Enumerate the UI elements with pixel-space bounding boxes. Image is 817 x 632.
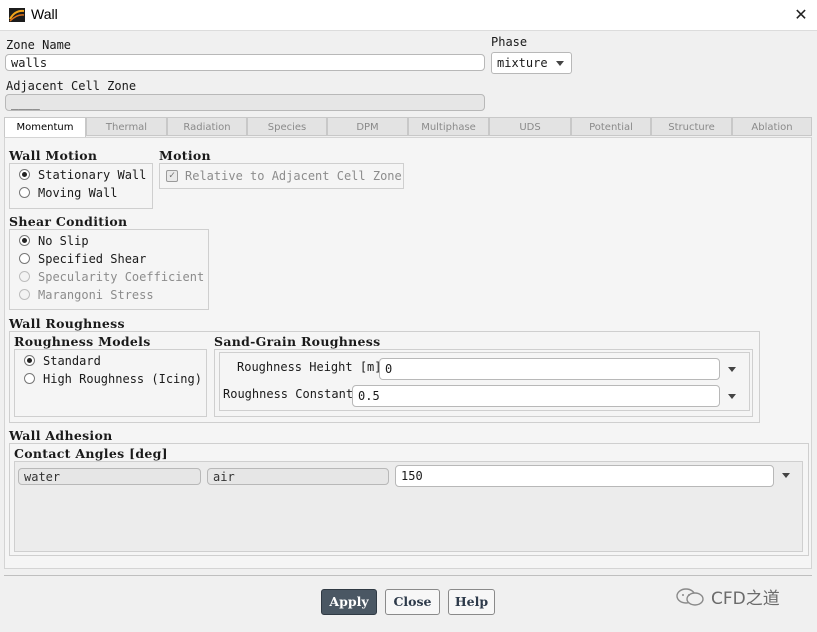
roughness-constant-input[interactable]: 0.5 — [352, 385, 720, 407]
specified-shear-label: Specified Shear — [38, 252, 147, 266]
high-roughness-radio[interactable] — [24, 373, 35, 384]
chevron-down-icon[interactable] — [782, 473, 790, 478]
title-bar: Wall ✕ — [0, 0, 817, 31]
wall-roughness-title: Wall Roughness — [9, 316, 125, 331]
wall-motion-title: Wall Motion — [9, 148, 98, 163]
tab-multiphase[interactable]: Multiphase — [408, 117, 489, 136]
contact-angle-phase2: air — [207, 468, 389, 485]
standard-roughness-label: Standard — [43, 354, 101, 368]
watermark-text: CFD之道 — [711, 589, 780, 609]
tab-dpm[interactable]: DPM — [327, 117, 408, 136]
tab-structure[interactable]: Structure — [651, 117, 732, 136]
help-button[interactable]: Help — [448, 589, 495, 615]
roughness-height-label: Roughness Height [m] — [237, 360, 382, 374]
relative-motion-checkbox[interactable]: ✓ — [166, 170, 178, 182]
tab-momentum[interactable]: Momentum — [4, 117, 86, 138]
specularity-coefficient-radio — [19, 271, 30, 282]
fluent-logo-icon — [9, 8, 25, 22]
zone-name-label: Zone Name — [6, 38, 72, 52]
adjacent-cell-zone-label: Adjacent Cell Zone — [6, 79, 137, 93]
roughness-height-input[interactable]: 0 — [379, 358, 720, 380]
stationary-wall-label: Stationary Wall — [38, 168, 147, 182]
motion-title: Motion — [159, 148, 211, 163]
tab-uds[interactable]: UDS — [489, 117, 571, 136]
moving-wall-radio[interactable] — [19, 187, 30, 198]
tab-species[interactable]: Species — [247, 117, 327, 136]
wall-adhesion-title: Wall Adhesion — [9, 428, 113, 443]
phase-select[interactable]: mixture — [491, 52, 572, 74]
wechat-icon — [675, 587, 705, 607]
chevron-down-icon[interactable] — [728, 367, 736, 372]
marangoni-stress-radio — [19, 289, 30, 300]
tab-ablation[interactable]: Ablation — [732, 117, 812, 136]
window-title: Wall — [31, 6, 58, 22]
apply-button[interactable]: Apply — [321, 589, 377, 615]
phase-label: Phase — [491, 35, 528, 49]
chevron-down-icon — [556, 61, 564, 66]
chevron-down-icon[interactable] — [728, 394, 736, 399]
tab-thermal[interactable]: Thermal — [86, 117, 167, 136]
contact-angle-phase1: water — [18, 468, 201, 485]
zone-name-input[interactable]: walls — [5, 54, 485, 71]
sand-grain-title: Sand-Grain Roughness — [214, 334, 381, 349]
contact-angle-input[interactable]: 150 — [395, 465, 774, 487]
stationary-wall-radio[interactable] — [19, 169, 30, 180]
tab-potential[interactable]: Potential — [571, 117, 651, 136]
relative-motion-label: Relative to Adjacent Cell Zone — [185, 169, 402, 183]
tab-radiation[interactable]: Radiation — [167, 117, 247, 136]
adjacent-cell-zone-field: ____ — [5, 94, 485, 111]
roughness-models-title: Roughness Models — [14, 334, 151, 349]
tab-bar: Momentum Thermal Radiation Species DPM M… — [4, 117, 812, 138]
close-button[interactable]: Close — [385, 589, 440, 615]
contact-angles-title: Contact Angles [deg] — [14, 446, 168, 461]
moving-wall-label: Moving Wall — [38, 186, 118, 200]
marangoni-stress-label: Marangoni Stress — [38, 288, 154, 302]
close-icon[interactable]: ✕ — [790, 4, 812, 26]
roughness-constant-label: Roughness Constant — [223, 387, 354, 401]
no-slip-label: No Slip — [38, 234, 89, 248]
phase-value: mixture — [497, 56, 548, 70]
shear-condition-title: Shear Condition — [9, 214, 128, 229]
footer-separator — [4, 575, 812, 576]
specified-shear-radio[interactable] — [19, 253, 30, 264]
specularity-coefficient-label: Specularity Coefficient — [38, 270, 205, 284]
no-slip-radio[interactable] — [19, 235, 30, 246]
standard-roughness-radio[interactable] — [24, 355, 35, 366]
high-roughness-label: High Roughness (Icing) — [43, 372, 202, 386]
